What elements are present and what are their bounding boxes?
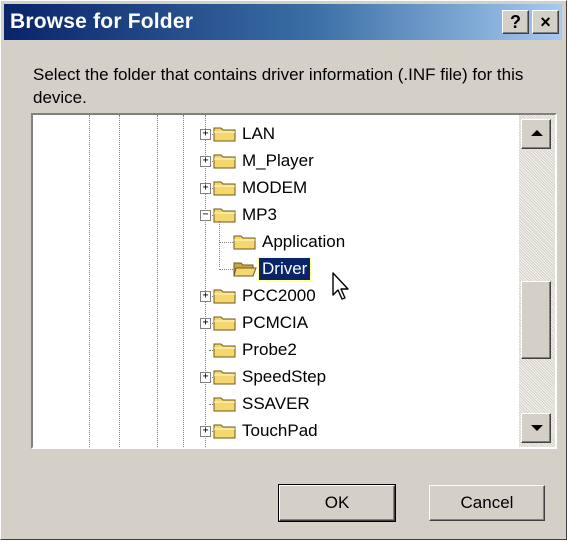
tree-item-label[interactable]: TouchPad [239, 420, 321, 442]
ok-button[interactable]: OK [278, 484, 396, 522]
tree-item[interactable]: − MP3 [33, 203, 519, 229]
folder-icon [213, 208, 236, 223]
folder-icon [213, 316, 236, 331]
close-button[interactable]: × [532, 10, 559, 34]
mouse-pointer-icon [332, 272, 349, 300]
tree-guide-line [219, 221, 220, 267]
title-bar: Browse for Folder ? × [4, 4, 562, 40]
folder-icon [213, 127, 236, 142]
tree-item-label[interactable]: Probe2 [239, 339, 300, 361]
tree-item[interactable]: + TouchPad [33, 419, 519, 445]
tree-item[interactable]: + MODEM [33, 176, 519, 202]
tree-item[interactable]: + LAN [33, 122, 519, 148]
tree-item[interactable]: Probe2 [33, 338, 519, 364]
tree-item[interactable]: + SpeedStep [33, 365, 519, 391]
tree-item-label[interactable]: SpeedStep [239, 366, 329, 388]
folder-icon [233, 235, 256, 250]
tree-item[interactable]: Driver [33, 257, 519, 283]
folder-tree-view[interactable]: + LAN + M_Player + MODEM − MP3 Application Driver… [31, 113, 557, 449]
tree-item-label[interactable]: Driver [257, 257, 312, 281]
tree-item-label[interactable]: Application [259, 231, 348, 253]
browse-for-folder-dialog: Browse for Folder ? × Select the folder … [0, 0, 567, 540]
vertical-scrollbar[interactable] [519, 115, 555, 447]
expand-icon[interactable]: + [200, 129, 211, 140]
folder-icon [213, 370, 236, 385]
tree-item[interactable]: Application [33, 230, 519, 256]
folder-icon [213, 424, 236, 439]
scroll-up-button[interactable] [521, 119, 551, 149]
tree-item-label[interactable]: M_Player [239, 150, 317, 172]
scrollbar-thumb[interactable] [521, 281, 551, 359]
tree-item-label[interactable]: PCMCIA [239, 312, 311, 334]
tree-item-label[interactable]: SSAVER [239, 393, 313, 415]
scroll-down-button[interactable] [521, 413, 551, 443]
expand-icon[interactable]: + [200, 318, 211, 329]
folder-icon [213, 154, 236, 169]
tree-item[interactable]: + PCMCIA [33, 311, 519, 337]
tree-item[interactable]: + PCC2000 [33, 284, 519, 310]
tree-content[interactable]: + LAN + M_Player + MODEM − MP3 Application Driver… [33, 115, 519, 447]
tree-item-label[interactable]: PCC2000 [239, 285, 319, 307]
tree-item-label[interactable]: LAN [239, 123, 278, 145]
cancel-button[interactable]: Cancel [429, 485, 545, 521]
tree-item[interactable]: + M_Player [33, 149, 519, 175]
open-folder-icon [233, 262, 257, 277]
folder-icon [213, 343, 236, 358]
instruction-text: Select the folder that contains driver i… [33, 65, 524, 107]
tree-item-label[interactable]: MP3 [239, 204, 280, 226]
arrow-down-icon [531, 425, 543, 431]
folder-icon [213, 397, 236, 412]
expand-icon[interactable]: + [200, 291, 211, 302]
dialog-title: Browse for Folder [10, 10, 194, 33]
collapse-icon[interactable]: − [200, 210, 211, 221]
tree-item[interactable]: SSAVER [33, 392, 519, 418]
tree-item-label[interactable]: MODEM [239, 177, 310, 199]
help-button[interactable]: ? [502, 10, 529, 34]
arrow-up-icon [531, 130, 543, 136]
folder-icon [213, 289, 236, 304]
folder-icon [213, 181, 236, 196]
expand-icon[interactable]: + [200, 372, 211, 383]
expand-icon[interactable]: + [200, 183, 211, 194]
expand-icon[interactable]: + [200, 156, 211, 167]
expand-icon[interactable]: + [200, 426, 211, 437]
